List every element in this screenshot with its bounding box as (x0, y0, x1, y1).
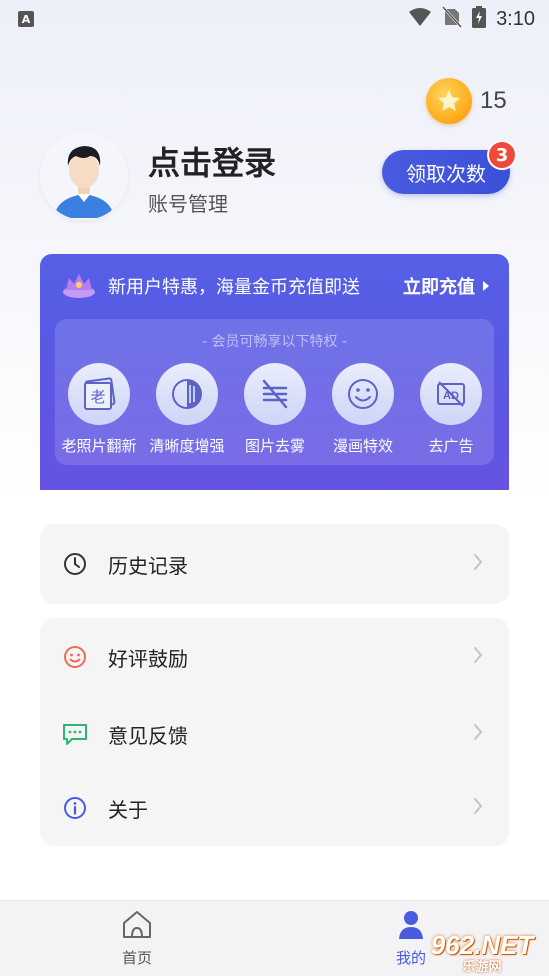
message-icon (62, 721, 88, 747)
privilege-label: 老照片翻新 (61, 437, 137, 455)
vip-promo-text: 新用户特惠，海量金币充值即送 (108, 277, 360, 298)
recharge-now-label: 立即充值 (403, 277, 475, 298)
coin-icon (426, 78, 472, 124)
status-time: 3:10 (496, 7, 535, 30)
menu-item-about[interactable]: 关于 (40, 778, 509, 838)
recharge-now-button[interactable]: 立即充值 (403, 273, 489, 299)
chevron-right-icon (473, 723, 483, 745)
privilege-old-photo[interactable]: 老 老照片翻新 (55, 363, 143, 456)
account-manage-link[interactable]: 账号管理 (148, 188, 228, 217)
menu-item-label: 关于 (108, 797, 148, 822)
privilege-defog[interactable]: 图片去雾 (231, 363, 319, 456)
site-watermark: 962.NET 乐游网 (415, 928, 549, 976)
contrast-icon (156, 363, 218, 425)
crown-icon (62, 270, 96, 302)
no-ad-icon: AD (420, 363, 482, 425)
privileges-title: - 会员可畅享以下特权 - (201, 334, 347, 350)
menu-item-rate[interactable]: 好评鼓励 (40, 627, 509, 687)
privilege-clarity[interactable]: 清晰度增强 (143, 363, 231, 456)
watermark-main: 962.NET (430, 929, 534, 960)
watermark-sub: 乐游网 (462, 958, 502, 974)
coin-balance[interactable]: 15 (426, 78, 507, 124)
privilege-label: 去广告 (428, 437, 474, 455)
tab-home-label: 首页 (121, 949, 152, 967)
vip-card: 新用户特惠，海量金币充值即送 立即充值 - 会员可畅享以下特权 - 老 老照片翻… (40, 254, 509, 490)
privilege-comic[interactable]: 漫画特效 (319, 363, 407, 456)
privileges-panel: - 会员可畅享以下特权 - 老 老照片翻新 清晰度增强 图片去雾 漫画特效 AD… (55, 319, 494, 465)
chevron-right-icon (473, 797, 483, 819)
clock-icon (62, 551, 88, 577)
wifi-icon (408, 7, 432, 31)
smile-icon (62, 644, 88, 670)
old-photo-icon: 老 (68, 363, 130, 425)
chevron-right-icon (483, 281, 489, 291)
coin-count: 15 (480, 87, 507, 114)
info-icon (62, 795, 88, 821)
notification-app-icon: A (18, 11, 34, 27)
menu-item-history[interactable]: 历史记录 (40, 534, 509, 594)
settings-card: 好评鼓励 意见反馈 关于 (40, 618, 509, 846)
chevron-right-icon (473, 553, 483, 575)
home-icon (120, 911, 154, 943)
vip-promo-bar[interactable]: 新用户特惠，海量金币充值即送 立即充值 (62, 268, 489, 304)
privilege-label: 漫画特效 (332, 437, 393, 455)
defog-icon (244, 363, 306, 425)
menu-item-feedback[interactable]: 意见反馈 (40, 704, 509, 764)
menu-item-label: 历史记录 (108, 553, 188, 578)
privilege-label: 图片去雾 (244, 437, 305, 455)
login-title[interactable]: 点击登录 (148, 138, 276, 184)
smile-face-icon (332, 363, 394, 425)
menu-item-label: 意见反馈 (108, 723, 188, 748)
tab-home[interactable]: 首页 (97, 909, 177, 968)
battery-charging-icon (472, 6, 487, 32)
status-bar: A 3:10 (0, 0, 549, 38)
chevron-right-icon (473, 646, 483, 668)
menu-item-label: 好评鼓励 (108, 646, 188, 671)
privilege-no-ads[interactable]: AD 去广告 (407, 363, 495, 456)
no-signal-icon (442, 6, 462, 32)
privilege-label: 清晰度增强 (149, 437, 225, 455)
claim-count-badge: 3 (487, 140, 517, 170)
svg-text:老: 老 (90, 388, 105, 406)
history-card: 历史记录 (40, 524, 509, 604)
avatar[interactable] (40, 132, 128, 220)
